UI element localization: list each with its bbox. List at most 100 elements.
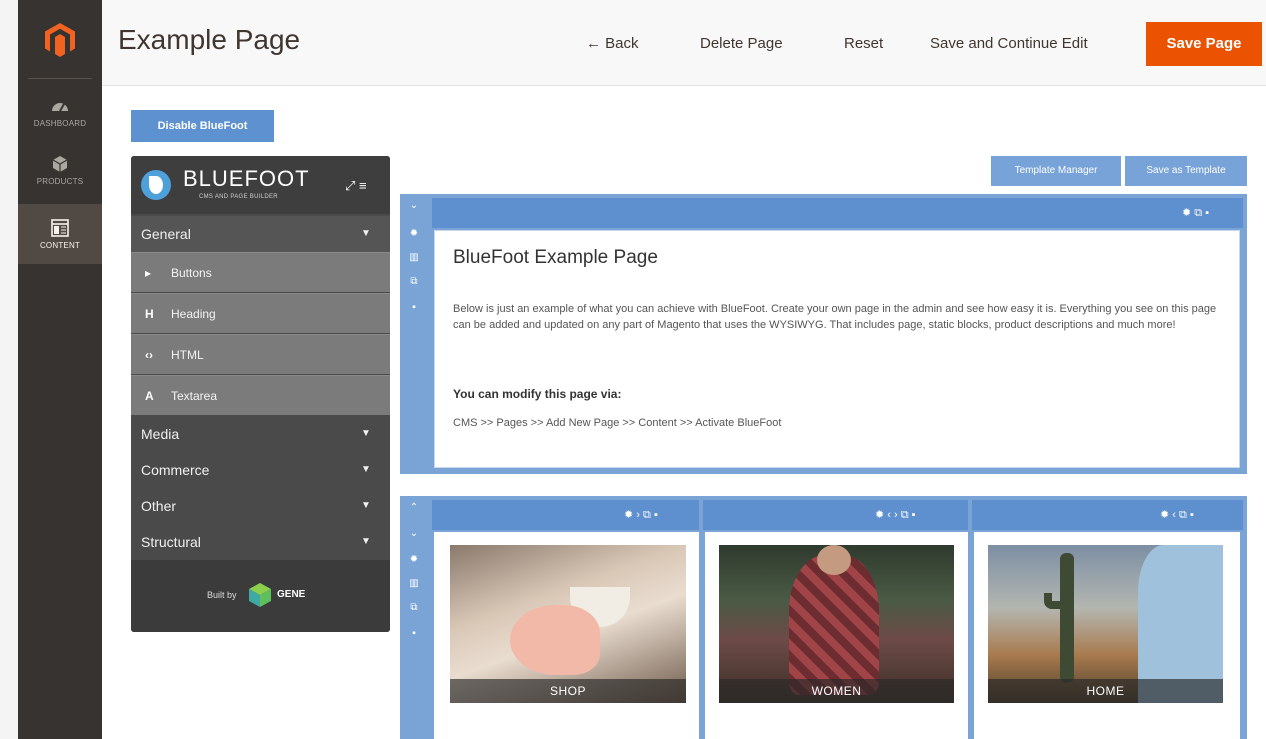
disable-bluefoot-button[interactable]: Disable BlueFoot bbox=[131, 110, 274, 142]
content-type-html[interactable]: ‹› HTML bbox=[131, 334, 390, 374]
trash-icon[interactable]: ▪ bbox=[654, 509, 658, 521]
dashboard-icon bbox=[52, 102, 68, 111]
row1-column-bar: ✹ ⧉ ▪ bbox=[432, 198, 1243, 228]
admin-sidebar: DASHBOARD PRODUCTS CONTENT bbox=[18, 0, 102, 739]
columns-icon[interactable]: ▥ bbox=[407, 252, 421, 266]
chevron-down-icon: ▼ bbox=[361, 500, 371, 511]
chevron-down-icon: ▼ bbox=[361, 228, 371, 239]
template-manager-button[interactable]: Template Manager bbox=[991, 156, 1121, 186]
tile-photo bbox=[510, 605, 600, 675]
nav-item-products[interactable]: PRODUCTS bbox=[18, 142, 102, 198]
copy-icon[interactable]: ⧉ bbox=[1179, 509, 1187, 521]
row1-column-tools: ✹ ⧉ ▪ bbox=[1182, 198, 1209, 228]
section-media[interactable]: Media ▼ bbox=[131, 416, 390, 452]
trash-icon[interactable]: ▪ bbox=[912, 509, 916, 521]
copy-icon[interactable]: ⧉ bbox=[901, 509, 909, 521]
columns-icon[interactable]: ▥ bbox=[407, 578, 421, 592]
reset-button[interactable]: Reset bbox=[844, 26, 883, 62]
content-icon bbox=[51, 218, 69, 237]
bluefoot-panel: BLUEFOOT CMS AND PAGE BUILDER ⤢ ≡ Genera… bbox=[131, 156, 390, 632]
copy-icon[interactable]: ⧉ bbox=[407, 602, 421, 616]
bluefoot-footer: Built by GENE bbox=[131, 560, 390, 632]
gear-icon[interactable]: ✹ bbox=[875, 509, 884, 521]
gear-icon[interactable]: ✹ bbox=[407, 554, 421, 568]
content-type-label: HTML bbox=[171, 348, 204, 362]
delete-page-button[interactable]: Delete Page bbox=[700, 26, 783, 62]
back-button[interactable]: ← Back bbox=[586, 26, 639, 62]
copy-icon[interactable]: ⧉ bbox=[643, 509, 651, 521]
column2-bar: ✹ ‹ › ⧉ ▪ bbox=[703, 500, 968, 530]
menu-icon[interactable]: ≡ bbox=[359, 178, 367, 193]
section-label: Other bbox=[141, 498, 177, 514]
image-tile-women[interactable]: WOMEN bbox=[719, 545, 954, 703]
save-page-button[interactable]: Save Page bbox=[1146, 22, 1262, 66]
magento-logo[interactable] bbox=[18, 10, 102, 70]
row2-toolbar: ⌃ ⌄ ✹ ▥ ⧉ ▪ bbox=[400, 496, 428, 739]
tile-photo bbox=[817, 545, 851, 575]
block-heading: BlueFoot Example Page bbox=[453, 247, 658, 268]
chevron-right-icon[interactable]: › bbox=[636, 509, 640, 521]
image-tile-shop[interactable]: SHOP bbox=[450, 545, 686, 703]
gear-icon[interactable]: ✹ bbox=[624, 509, 633, 521]
magento-logo-icon bbox=[45, 23, 75, 57]
tile-label: SHOP bbox=[450, 679, 686, 703]
column3-bar: ✹ ‹ ⧉ ▪ bbox=[972, 500, 1243, 530]
content-type-heading[interactable]: H Heading bbox=[131, 293, 390, 333]
expand-icon[interactable]: ⤢ bbox=[345, 178, 355, 193]
gear-icon[interactable]: ✹ bbox=[1182, 207, 1191, 219]
content-type-textarea[interactable]: A Textarea bbox=[131, 375, 390, 415]
save-and-continue-button[interactable]: Save and Continue Edit bbox=[930, 26, 1088, 62]
section-structural[interactable]: Structural ▼ bbox=[131, 524, 390, 560]
section-label: Commerce bbox=[141, 462, 210, 478]
bluefoot-subtitle: CMS AND PAGE BUILDER bbox=[199, 194, 278, 200]
nav-label: DASHBOARD bbox=[33, 118, 87, 128]
section-commerce[interactable]: Commerce ▼ bbox=[131, 452, 390, 488]
section-label: Structural bbox=[141, 534, 201, 550]
nav-item-content[interactable]: CONTENT bbox=[18, 204, 102, 264]
block-path-text: CMS >> Pages >> Add New Page >> Content … bbox=[453, 417, 782, 429]
text-block[interactable]: BlueFoot Example Page Below is just an e… bbox=[434, 230, 1240, 468]
gene-logo-icon bbox=[249, 583, 271, 607]
nav-item-dashboard[interactable]: DASHBOARD bbox=[18, 84, 102, 140]
chevron-down-icon: ▼ bbox=[361, 428, 371, 439]
bluefoot-title: BLUEFOOT bbox=[183, 166, 310, 191]
nav-label: PRODUCTS bbox=[36, 176, 84, 186]
trash-icon[interactable]: ▪ bbox=[407, 628, 421, 642]
code-icon: ‹› bbox=[145, 348, 153, 362]
chevron-right-icon[interactable]: › bbox=[894, 509, 898, 521]
image-tile-home[interactable]: HOME bbox=[988, 545, 1223, 703]
section-other[interactable]: Other ▼ bbox=[131, 488, 390, 524]
bluefoot-panel-header: BLUEFOOT CMS AND PAGE BUILDER ⤢ ≡ bbox=[131, 156, 390, 214]
gear-icon[interactable]: ✹ bbox=[1160, 509, 1169, 521]
tile-label: WOMEN bbox=[719, 679, 954, 703]
save-as-template-button[interactable]: Save as Template bbox=[1125, 156, 1247, 186]
copy-icon[interactable]: ⧉ bbox=[1194, 207, 1202, 219]
column1-bar: ✹ › ⧉ ▪ bbox=[432, 500, 699, 530]
copy-icon[interactable]: ⧉ bbox=[407, 276, 421, 290]
chevron-down-icon[interactable]: ⌄ bbox=[407, 528, 421, 542]
trash-icon[interactable]: ▪ bbox=[407, 302, 421, 316]
nav-separator bbox=[28, 78, 92, 79]
trash-icon[interactable]: ▪ bbox=[1205, 207, 1209, 219]
block-paragraph: Below is just an example of what you can… bbox=[453, 303, 1217, 331]
chevron-left-icon[interactable]: ‹ bbox=[887, 509, 891, 521]
bluefoot-panel-tools: ⤢ ≡ bbox=[345, 178, 367, 194]
content-type-label: Textarea bbox=[171, 389, 218, 403]
cursor-icon: ▸ bbox=[145, 266, 152, 280]
section-label: General bbox=[141, 226, 191, 242]
chevron-down-icon[interactable]: ⌄ bbox=[407, 200, 421, 214]
section-general[interactable]: General ▼ bbox=[131, 216, 390, 252]
gear-icon[interactable]: ✹ bbox=[407, 228, 421, 242]
content-type-label: Buttons bbox=[171, 266, 212, 280]
tile-photo bbox=[1044, 553, 1074, 683]
page-title: Example Page bbox=[118, 24, 301, 55]
trash-icon[interactable]: ▪ bbox=[1190, 509, 1194, 521]
chevron-down-icon: ▼ bbox=[361, 464, 371, 475]
row1-toolbar: ⌄ ✹ ▥ ⧉ ▪ bbox=[400, 194, 428, 474]
chevron-left-icon[interactable]: ‹ bbox=[1172, 509, 1176, 521]
column2-tools: ✹ ‹ › ⧉ ▪ bbox=[875, 500, 916, 530]
chevron-up-icon[interactable]: ⌃ bbox=[407, 502, 421, 516]
column1-tools: ✹ › ⧉ ▪ bbox=[624, 500, 658, 530]
text-icon: A bbox=[145, 389, 154, 403]
content-type-buttons[interactable]: ▸ Buttons bbox=[131, 252, 390, 292]
